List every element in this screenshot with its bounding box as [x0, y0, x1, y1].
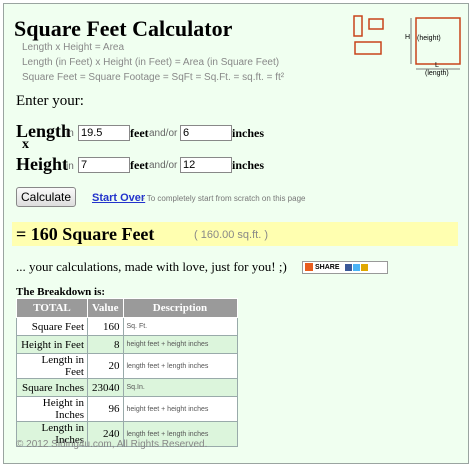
- share-label: SHARE: [315, 264, 340, 271]
- formula-line-3: Square Feet = Square Footage = SqFt = Sq…: [22, 72, 285, 83]
- enter-your-label: Enter your:: [16, 93, 84, 109]
- height-in-label: in: [66, 161, 74, 172]
- result-text: = 160 Square Feet: [16, 224, 155, 244]
- height-text: (height): [417, 35, 441, 42]
- row-value: 8: [87, 335, 124, 354]
- row-value: 96: [87, 396, 124, 422]
- length-inches-input[interactable]: [180, 125, 232, 141]
- height-marker-label: H: [405, 34, 411, 41]
- table-row: Length in Feet 20 length feet + length i…: [16, 353, 238, 379]
- row-name: Square Feet: [16, 317, 88, 336]
- row-description: height feet + height inches: [122, 335, 238, 354]
- row-name: Height in Inches: [16, 396, 88, 422]
- length-in-label: in: [66, 128, 74, 139]
- row-description: length feet + length inches: [122, 353, 238, 379]
- start-over-link[interactable]: Start Over: [92, 192, 145, 204]
- length-feet-label: feet: [130, 126, 149, 140]
- breakdown-table: TOTAL Value Description Square Feet 160 …: [16, 298, 238, 447]
- row-description: Sq.In.: [122, 378, 238, 397]
- love-message: ... your calculations, made with love, j…: [16, 259, 287, 274]
- row-value: 160: [87, 317, 124, 336]
- row-value: 23040: [87, 378, 124, 397]
- table-row: Square Feet 160 Sq. Ft.: [16, 317, 238, 336]
- header-total: TOTAL: [16, 298, 88, 318]
- share-button[interactable]: SHARE: [302, 261, 388, 274]
- length-andor-label: and/or: [149, 128, 178, 139]
- breakdown-title: The Breakdown is:: [16, 286, 106, 298]
- row-name: Height in Feet: [16, 335, 88, 354]
- row-name: Square Inches: [16, 378, 88, 397]
- row-name: Length in Feet: [16, 353, 88, 379]
- formula-line-1: Length x Height = Area: [22, 42, 125, 53]
- row-description: Sq. Ft.: [122, 317, 238, 336]
- footer-copyright: © 2012 Siding4u.com, All Rights Reserved…: [16, 439, 208, 450]
- height-andor-label: and/or: [149, 160, 178, 171]
- table-header-row: TOTAL Value Description: [16, 298, 238, 318]
- table-row: Square Inches 23040 Sq.In.: [16, 378, 238, 397]
- length-marker-label: L: [435, 62, 439, 69]
- facebook-icon: [345, 264, 353, 271]
- header-description: Description: [122, 298, 238, 318]
- email-icon: [361, 264, 369, 271]
- height-inches-input[interactable]: [180, 157, 232, 173]
- times-symbol: x: [22, 137, 29, 152]
- header-value: Value: [87, 298, 124, 318]
- twitter-icon: [353, 264, 361, 271]
- height-feet-input[interactable]: [78, 157, 130, 173]
- length-text: (length): [425, 70, 449, 77]
- table-row: Height in Inches 96 height feet + height…: [16, 396, 238, 422]
- page-title: Square Feet Calculator: [14, 16, 233, 41]
- formula-line-2: Length (in Feet) x Height (in Feet) = Ar…: [22, 57, 280, 68]
- length-feet-input[interactable]: [78, 125, 130, 141]
- row-value: 20: [87, 353, 124, 379]
- height-inches-label: inches: [232, 158, 265, 172]
- result-subtext: ( 160.00 sq.ft. ): [194, 229, 268, 241]
- length-inches-label: inches: [232, 126, 265, 140]
- height-label: Height: [16, 154, 68, 174]
- share-plus-icon: [305, 263, 313, 271]
- start-over-note: - To completely start from scratch on th…: [142, 194, 306, 203]
- calculate-button[interactable]: Calculate: [16, 187, 76, 207]
- table-row: Height in Feet 8 height feet + height in…: [16, 335, 238, 354]
- row-description: height feet + height inches: [122, 396, 238, 422]
- height-feet-label: feet: [130, 158, 149, 172]
